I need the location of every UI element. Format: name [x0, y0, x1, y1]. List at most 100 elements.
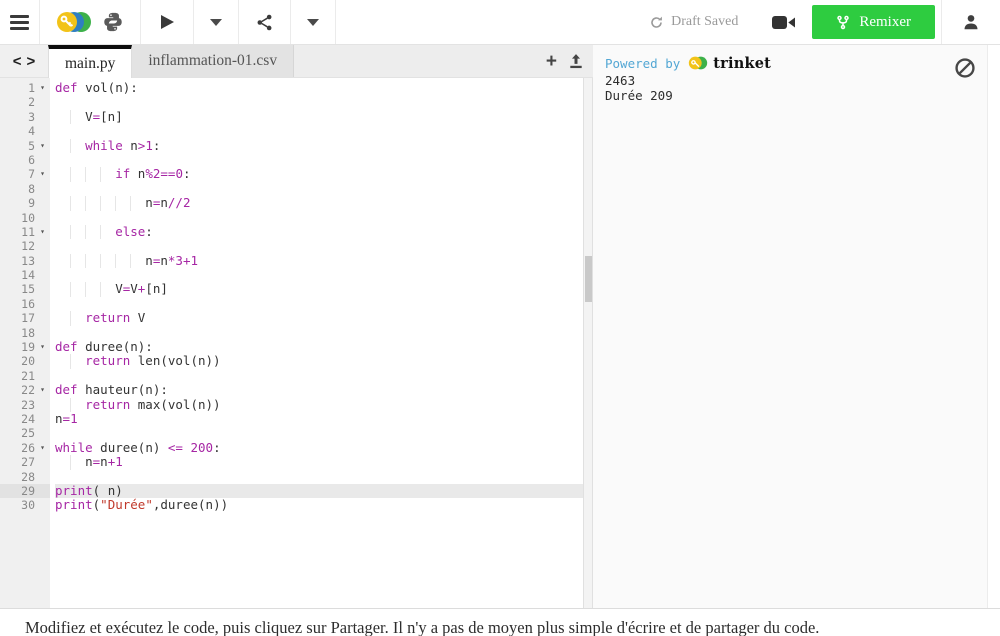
tab-inflammation-csv[interactable]: inflammation-01.csv [132, 45, 295, 77]
gutter-line[interactable]: 28 [0, 470, 50, 484]
fold-arrow-icon[interactable]: ▾ [35, 81, 50, 95]
gutter-line[interactable]: 11 ▾ [0, 225, 50, 239]
code-token: vol(n): [77, 80, 138, 95]
stop-icon [954, 57, 976, 79]
code-line[interactable]: def hauteur(n): [55, 383, 583, 397]
code-line[interactable]: n=n//2 [55, 195, 583, 211]
code-line[interactable]: while n>1: [55, 138, 583, 153]
toolbar: Draft Saved Remixer [0, 0, 1000, 45]
gutter-line[interactable]: 29 [0, 483, 50, 499]
code-line[interactable]: else: [55, 224, 583, 240]
run-button[interactable] [141, 0, 194, 44]
code-line[interactable]: n=n*3+1 [55, 253, 583, 269]
gutter-line[interactable]: 16 [0, 297, 50, 311]
code-line[interactable] [55, 182, 583, 196]
gutter-line[interactable]: 10 [0, 211, 50, 225]
tab-bar: < > main.py inflammation-01.csv + [0, 45, 593, 78]
add-file-button[interactable]: + [546, 52, 557, 71]
gutter-line[interactable]: 4 [0, 124, 50, 138]
stop-button[interactable] [954, 57, 976, 79]
gutter-line[interactable]: 15 [0, 282, 50, 296]
menu-button[interactable] [0, 0, 40, 44]
gutter-line[interactable]: 3 [0, 110, 50, 124]
code-line[interactable]: if n%2==0: [55, 167, 583, 182]
code-pane[interactable]: def vol(n): V=[n] while n>1: if n%2==0: n=n/… [50, 78, 583, 608]
tab-actions: + [536, 45, 593, 77]
fold-arrow-icon[interactable]: ▾ [35, 139, 50, 153]
output-scrollbar[interactable] [987, 45, 1000, 608]
code-line[interactable]: n=1 [55, 411, 583, 426]
video-button[interactable] [756, 0, 812, 44]
gutter-line[interactable]: 27 [0, 455, 50, 469]
code-line[interactable] [55, 297, 583, 311]
code-line[interactable] [55, 426, 583, 440]
gutter-line[interactable]: 20 [0, 354, 50, 368]
code-line[interactable] [55, 95, 583, 109]
share-button[interactable] [239, 0, 291, 44]
fold-arrow-icon[interactable]: ▾ [35, 441, 50, 455]
code-line[interactable]: return len(vol(n)) [55, 353, 583, 369]
tab-label: inflammation-01.csv [148, 52, 278, 69]
code-token: V [115, 281, 123, 297]
code-line[interactable] [55, 211, 583, 225]
code-line[interactable]: while duree(n) <= 200: [55, 439, 583, 455]
code-line[interactable] [55, 153, 583, 167]
gutter-line[interactable]: 19 ▾ [0, 340, 50, 354]
code-line[interactable]: return V [55, 311, 583, 326]
fold-arrow-icon[interactable]: ▾ [35, 340, 50, 354]
fold-arrow-icon[interactable]: ▾ [35, 167, 50, 181]
gutter-line[interactable]: 7 ▾ [0, 167, 50, 181]
remix-button[interactable]: Remixer [812, 5, 935, 39]
code-line[interactable] [55, 239, 583, 253]
fold-arrow-icon[interactable]: ▾ [35, 225, 50, 239]
gutter-line[interactable]: 13 [0, 254, 50, 268]
gutter-line[interactable]: 23 [0, 398, 50, 412]
run-options-dropdown[interactable] [194, 0, 239, 44]
code-line[interactable] [55, 124, 583, 138]
code-line[interactable] [55, 326, 583, 340]
gutter-line[interactable]: 5 ▾ [0, 139, 50, 153]
gutter-line[interactable]: 1 ▾ [0, 81, 50, 95]
code-line[interactable] [55, 268, 583, 282]
gutter-line[interactable]: 6 [0, 153, 50, 167]
gutter-line[interactable]: 14 [0, 268, 50, 282]
refresh-icon [649, 15, 664, 30]
code-line[interactable] [55, 470, 583, 484]
tab-main-py[interactable]: main.py [48, 45, 133, 78]
gutter-line[interactable]: 8 [0, 182, 50, 196]
gutter-line[interactable]: 17 [0, 311, 50, 325]
indent-guide-icon [70, 167, 85, 182]
gutter-line[interactable]: 2 [0, 95, 50, 109]
gutter-line[interactable]: 21 [0, 369, 50, 383]
editor-scrollbar[interactable] [583, 78, 593, 608]
code-line[interactable] [55, 369, 583, 383]
gutter-line[interactable]: 9 [0, 196, 50, 210]
gutter-line[interactable]: 26 ▾ [0, 441, 50, 455]
code-line[interactable]: return max(vol(n)) [55, 397, 583, 412]
code-token: len(vol(n)) [130, 353, 221, 369]
code-token: : [213, 439, 221, 455]
code-line[interactable]: V=V+[n] [55, 281, 583, 297]
code-line[interactable]: V=[n] [55, 109, 583, 125]
gutter-line[interactable]: 22 ▾ [0, 383, 50, 397]
share-options-dropdown[interactable] [291, 0, 336, 44]
nav-next-button[interactable]: > [27, 53, 36, 70]
draft-status: Draft Saved [631, 0, 756, 44]
gutter-line[interactable]: 24 [0, 412, 50, 426]
fold-arrow-icon[interactable]: ▾ [35, 383, 50, 397]
nav-prev-button[interactable]: < [13, 53, 22, 70]
gutter-line[interactable]: 18 [0, 326, 50, 340]
account-button[interactable] [941, 0, 1000, 44]
code-line[interactable]: def duree(n): [55, 339, 583, 354]
code-line[interactable]: print( n) [55, 483, 583, 499]
gutter-line[interactable]: 30 [0, 498, 50, 512]
code-line[interactable]: print("Durée",duree(n)) [55, 498, 583, 512]
code-line[interactable]: n=n+1 [55, 454, 583, 470]
upload-button[interactable] [569, 53, 583, 69]
gutter-line[interactable]: 25 [0, 426, 50, 440]
brand-logos[interactable] [40, 0, 141, 44]
code-line[interactable]: def vol(n): [55, 80, 583, 95]
code-token: V [130, 281, 138, 297]
scrollbar-thumb[interactable] [585, 256, 592, 302]
gutter-line[interactable]: 12 [0, 239, 50, 253]
